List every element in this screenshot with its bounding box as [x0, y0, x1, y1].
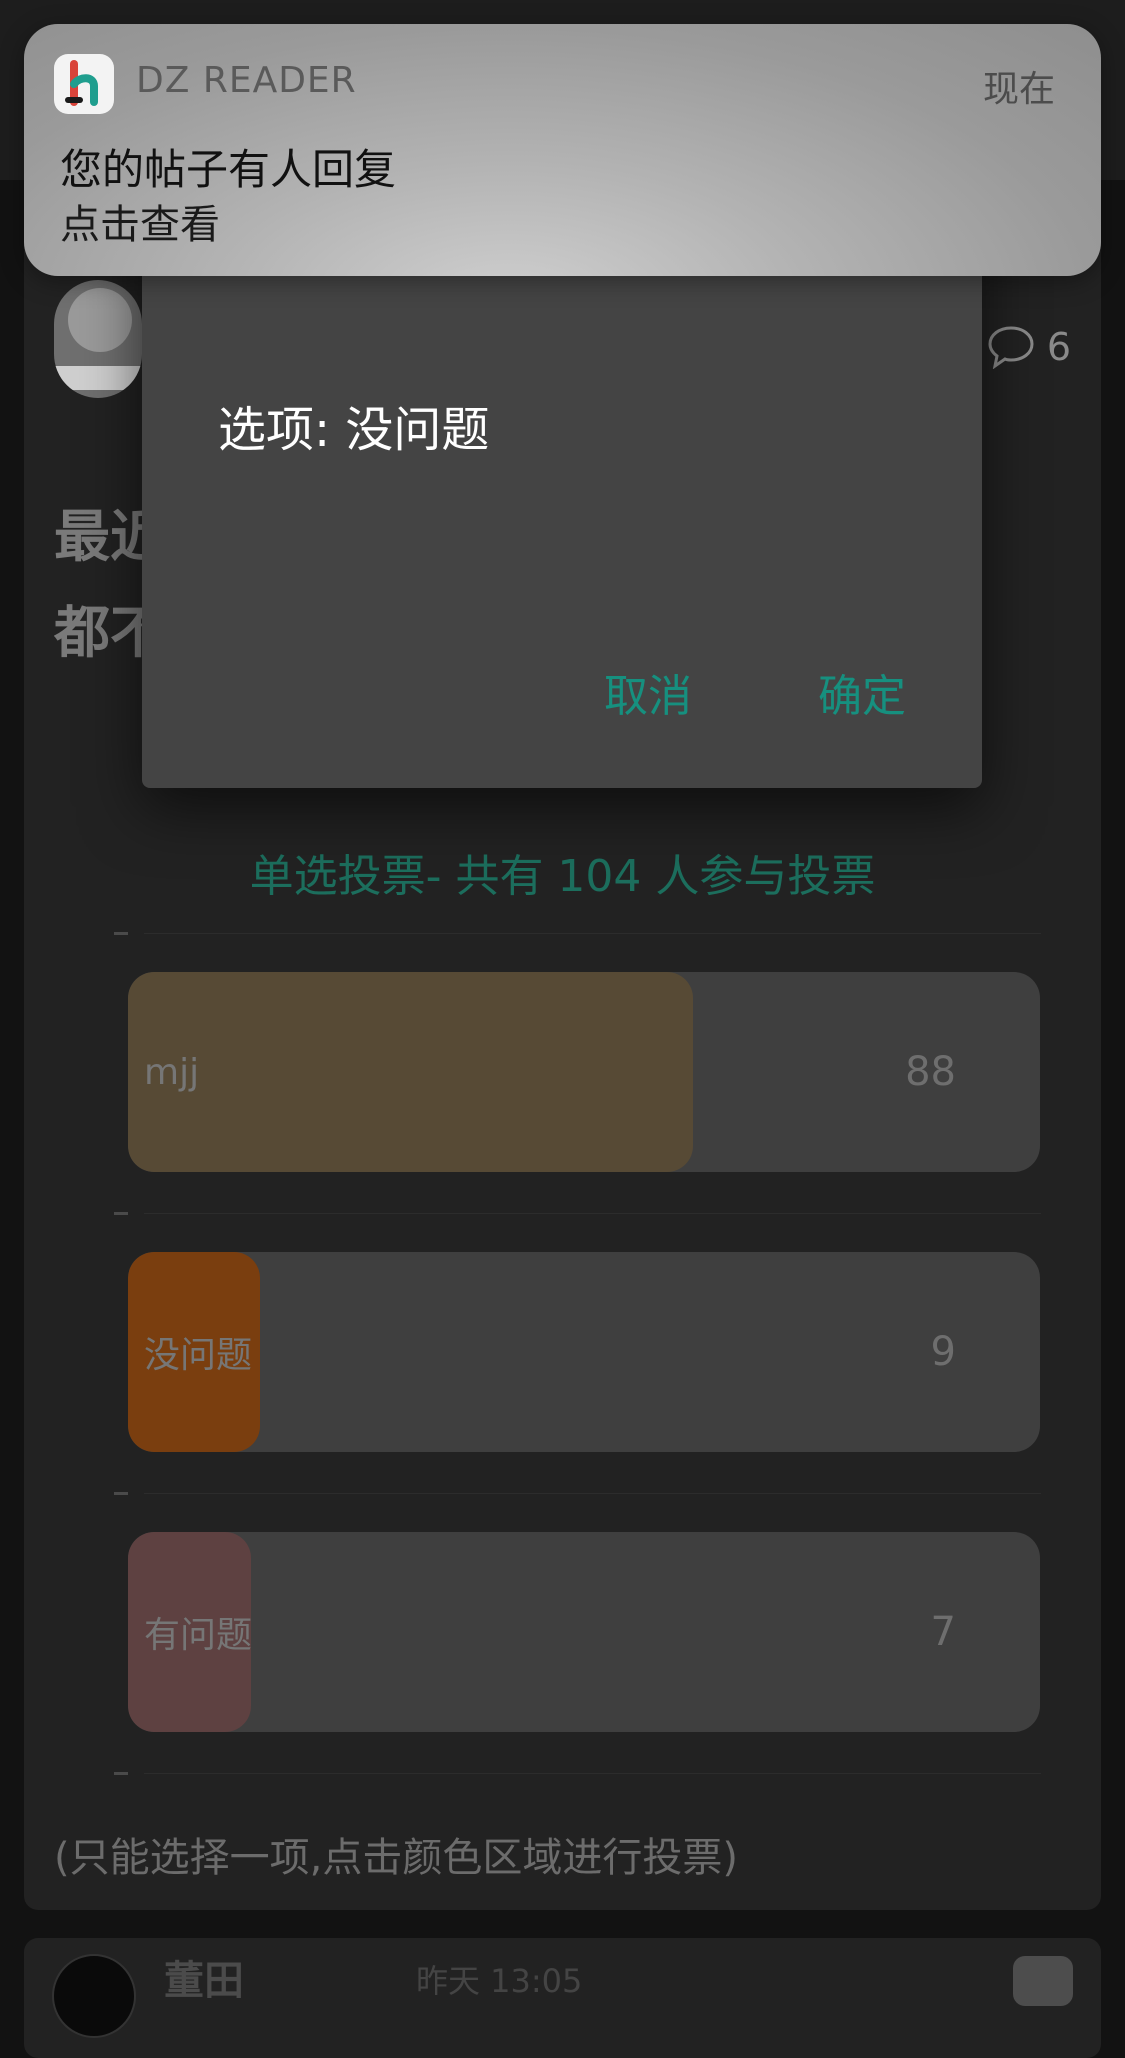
reply-author[interactable]: 董田: [164, 1948, 244, 2006]
dz-reader-app-icon: [54, 54, 114, 114]
separator-line: [144, 1213, 1041, 1214]
speech-bubble-icon: [988, 326, 1034, 369]
reply-time: 昨天 13:05: [416, 1962, 583, 2000]
notification-title: 您的帖子有人回复: [60, 145, 397, 194]
poll-option-label: mjj: [144, 1051, 200, 1093]
notification-time: 现在: [982, 69, 1055, 110]
separator-line: [144, 1773, 1041, 1774]
confirm-button[interactable]: 确定: [818, 660, 906, 724]
poll-option-count: 7: [930, 1609, 956, 1655]
separator: [114, 1212, 128, 1215]
poll-option-fill[interactable]: [128, 972, 694, 1172]
poll-hint: (只能选择一项,点击颜色区域进行投票): [54, 1835, 738, 1881]
separator-line: [144, 1493, 1041, 1494]
poll-header: 单选投票- 共有 104 人参与投票: [249, 851, 876, 902]
separator: [114, 1492, 128, 1495]
poll-option-label: 有问题: [144, 1615, 253, 1656]
poll-option-count: 9: [930, 1329, 956, 1375]
dialog-message: 选项: 没问题: [218, 402, 490, 458]
avatar[interactable]: [54, 280, 142, 398]
cancel-button[interactable]: 取消: [604, 660, 692, 724]
separator-line: [144, 933, 1041, 934]
poll-option-no-problem[interactable]: 没问题 9: [128, 1252, 1040, 1452]
comment-count-value: 6: [1046, 325, 1071, 369]
reply-avatar[interactable]: [52, 1954, 136, 2038]
poll-option-has-problem[interactable]: 有问题 7: [128, 1532, 1040, 1732]
reply-badge: [1013, 1956, 1073, 2006]
push-notification[interactable]: DZ READER 现在 您的帖子有人回复 点击查看: [24, 24, 1101, 276]
separator: [114, 1772, 128, 1775]
notification-app-name: DZ READER: [136, 60, 357, 101]
poll-option-count: 88: [905, 1049, 956, 1095]
poll-option-mjj[interactable]: mjj 88: [128, 972, 1040, 1172]
notification-body: 点击查看: [60, 202, 220, 248]
reply-card[interactable]: 董田 昨天 13:05: [24, 1938, 1101, 2058]
poll-option-label: 没问题: [144, 1335, 253, 1376]
separator: [114, 932, 128, 935]
confirm-dialog: 选项: 没问题 取消 确定: [142, 200, 982, 788]
comment-count[interactable]: 6: [987, 325, 1071, 369]
